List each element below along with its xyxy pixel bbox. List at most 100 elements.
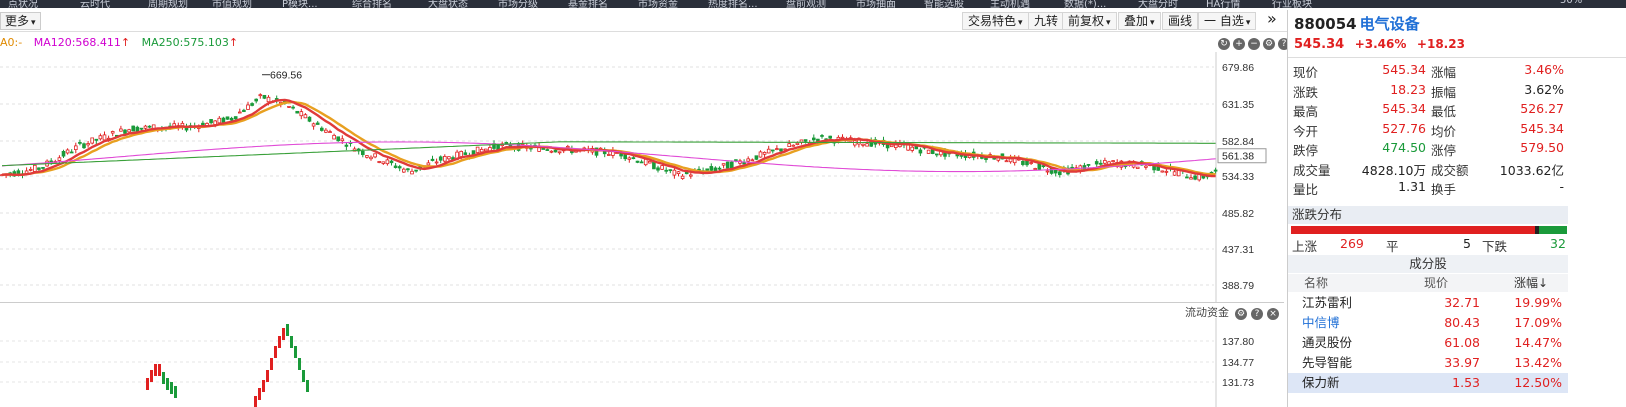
candle-body	[680, 175, 685, 179]
candle-body	[250, 103, 254, 106]
top-nav-item[interactable]: 大盘状态	[428, 0, 468, 10]
candle-body	[299, 111, 304, 117]
candle-body	[1099, 162, 1103, 165]
expand-button[interactable]: »	[1262, 11, 1282, 30]
top-nav-item[interactable]: 盘前观测	[786, 0, 826, 10]
draw-line-button[interactable]: 画线	[1162, 12, 1199, 30]
candle-body	[254, 98, 259, 102]
top-nav-item[interactable]: 点状况	[8, 0, 38, 10]
y-tick-label: 582.84	[1222, 136, 1254, 148]
candle-body	[74, 145, 78, 151]
candle-body	[1029, 162, 1033, 164]
quote-label: 涨幅	[1431, 65, 1457, 80]
candle-body	[287, 106, 291, 108]
y-tick-label: 679.86	[1222, 62, 1254, 74]
ma60-value: A0:-	[0, 36, 23, 49]
col-price[interactable]: 现价	[1424, 274, 1448, 292]
candle-body	[463, 152, 468, 155]
candle-body	[730, 161, 734, 169]
candle-body	[262, 94, 267, 99]
candle-body	[557, 151, 562, 154]
kline-chart[interactable]: 679.86 631.35 582.84 534.33 485.82 437.31 388.…	[0, 52, 1284, 302]
candle-body	[1111, 160, 1115, 163]
top-nav-item[interactable]: 市场资金	[638, 0, 678, 10]
top-nav-item[interactable]: 周期规划	[148, 0, 188, 10]
quote-row: 跌停 474.50 涨停 579.50	[1288, 140, 1568, 160]
quote-value: 545.34	[1382, 101, 1426, 116]
dist-down-label: 下跌	[1482, 239, 1508, 254]
top-nav-item[interactable]: 市场抽面	[856, 0, 896, 10]
top-nav-item[interactable]: 云时代	[80, 0, 110, 10]
top-nav-item[interactable]: 综合排名	[352, 0, 392, 10]
constituent-row[interactable]: 先导智能 33.97 13.42%	[1288, 353, 1568, 373]
top-nav-item[interactable]: 热度排名...	[708, 0, 758, 10]
top-nav-item[interactable]: 基金排名	[568, 0, 608, 10]
quote-value: 526.27	[1520, 101, 1564, 116]
top-nav-item[interactable]: 市场分级	[498, 0, 538, 10]
top-nav-item[interactable]: HA行情	[1206, 0, 1240, 10]
candle-body	[147, 125, 152, 128]
candle-body	[324, 129, 328, 133]
col-name[interactable]: 名称	[1304, 274, 1328, 292]
candle-body	[631, 157, 636, 160]
stock-name: 保力新	[1302, 375, 1340, 390]
candle-body	[541, 148, 545, 150]
stock-price: 1.53	[1452, 375, 1480, 390]
quote-value: 545.34	[1382, 62, 1426, 77]
more-button[interactable]: 更多 ▾	[0, 12, 41, 30]
nine-turn-button[interactable]: 九转	[1028, 12, 1065, 30]
trade-feature-button[interactable]: 交易特色 ▾	[962, 12, 1029, 30]
candle-body	[389, 160, 394, 164]
top-nav-item[interactable]: 50%	[1560, 0, 1582, 6]
quote-value: 1033.62亿	[1499, 162, 1564, 178]
adjust-button[interactable]: 前复权 ▾	[1062, 12, 1117, 30]
zoom-in-icon[interactable]: +	[1233, 38, 1245, 50]
watchlist-button[interactable]: 一 自选 ▾	[1198, 12, 1257, 30]
chart-divider	[0, 302, 1284, 303]
candle-body	[775, 148, 779, 150]
stock-name: 通灵股份	[1302, 335, 1353, 350]
candle-body	[28, 168, 33, 171]
overlay-button[interactable]: 叠加 ▾	[1118, 12, 1161, 30]
constituent-row[interactable]: 保力新 1.53 12.50%	[1288, 373, 1568, 393]
top-nav-item[interactable]: 行业板块	[1272, 0, 1312, 10]
col-pct[interactable]: 涨幅↓	[1514, 274, 1548, 292]
top-nav-item[interactable]: P模块...	[282, 0, 318, 10]
settings-icon[interactable]: ⚙	[1263, 38, 1275, 50]
candle-body	[709, 166, 714, 171]
candle-body	[607, 154, 611, 156]
candle-body	[332, 134, 336, 140]
zoom-out-icon[interactable]: −	[1248, 38, 1260, 50]
refresh-icon[interactable]: ↻	[1218, 38, 1230, 50]
candle-body	[803, 139, 808, 142]
candle-body	[102, 134, 107, 141]
candle-body	[442, 156, 447, 162]
top-nav-item[interactable]: 市值规划	[212, 0, 252, 10]
constituent-row[interactable]: 江苏雷利 32.71 19.99%	[1288, 293, 1568, 313]
flow-chart[interactable]: 137.80 134.77 131.73	[0, 318, 1284, 407]
top-nav-item[interactable]: 主动机遇	[990, 0, 1030, 10]
quote-label: 涨停	[1431, 143, 1457, 158]
chevron-down-icon: ▾	[1245, 18, 1251, 28]
candle-body	[660, 165, 664, 170]
quote-row: 量比 1.31 换手 -	[1288, 179, 1568, 199]
candle-body	[78, 141, 82, 144]
top-nav-item[interactable]: 智能选股	[924, 0, 964, 10]
candle-body	[828, 135, 832, 139]
candle-body	[123, 129, 127, 134]
constituent-row[interactable]: 通灵股份 61.08 14.47%	[1288, 333, 1568, 353]
candle-body	[1041, 165, 1046, 167]
candle-body	[935, 153, 939, 156]
ma120-value: MA120:568.411↑	[34, 36, 130, 49]
candle-body	[401, 168, 406, 173]
index-name[interactable]: 电气设备	[1360, 15, 1420, 33]
candle-body	[82, 143, 86, 149]
flow-bar	[166, 378, 169, 390]
top-nav-item[interactable]: 大盘分时	[1138, 0, 1178, 10]
top-nav-item[interactable]: 数据(*)...	[1064, 0, 1106, 10]
flow-bar	[158, 364, 161, 376]
candle-body	[438, 156, 443, 161]
candle-body	[217, 117, 222, 124]
constituent-row[interactable]: 中信博 80.43 17.09%	[1288, 313, 1568, 333]
quote-value: 545.34	[1520, 120, 1564, 136]
